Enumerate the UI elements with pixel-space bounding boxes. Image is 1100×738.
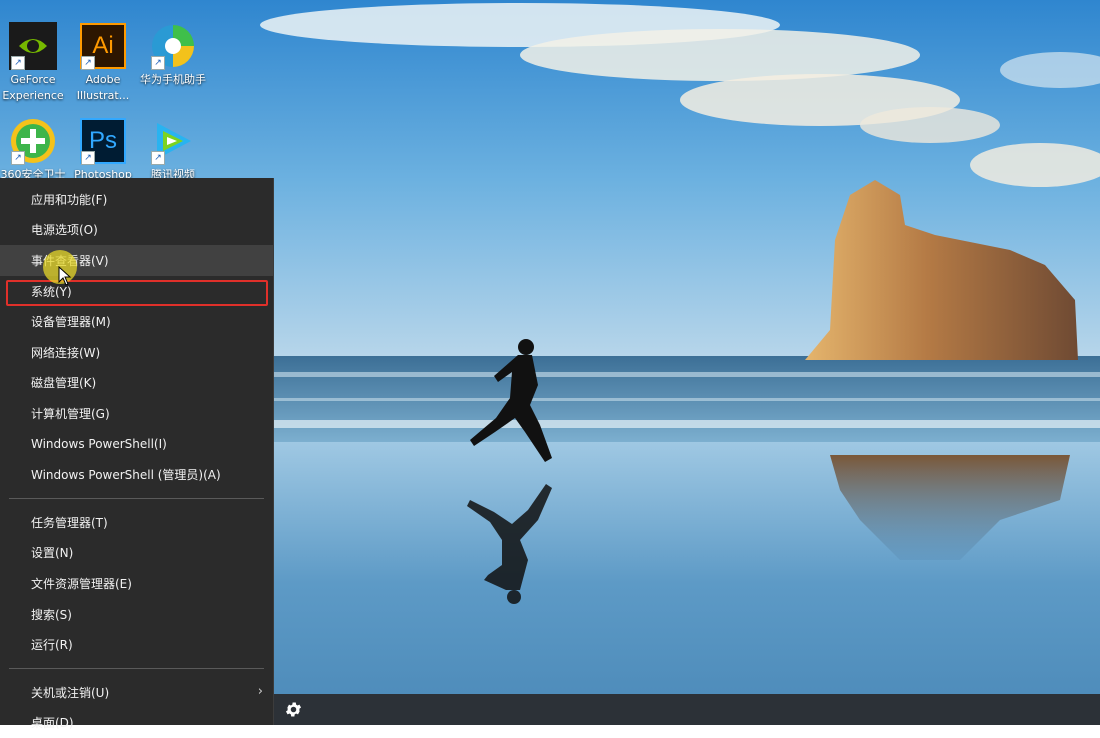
menu-item-desktop[interactable]: 桌面(D) [0, 708, 273, 738]
menu-item-file-explorer[interactable]: 文件资源管理器(E) [0, 568, 273, 599]
menu-item-computer-management[interactable]: 计算机管理(G) [0, 398, 273, 429]
menu-item-label: 桌面(D) [31, 714, 74, 731]
menu-item-network-connections[interactable]: 网络连接(W) [0, 337, 273, 368]
desktop-icon-label: Experience [0, 88, 68, 104]
settings-bar [274, 694, 1100, 725]
huawei-assistant-icon: ↗ [149, 22, 197, 70]
menu-separator [9, 498, 264, 499]
shortcut-arrow-icon: ↗ [81, 151, 95, 165]
menu-item-shutdown-signout[interactable]: 关机或注销(U) › [0, 677, 273, 708]
menu-item-label: 网络连接(W) [31, 344, 100, 361]
menu-item-run[interactable]: 运行(R) [0, 629, 273, 660]
shortcut-arrow-icon: ↗ [151, 151, 165, 165]
shortcut-arrow-icon: ↗ [151, 56, 165, 70]
menu-item-label: 磁盘管理(K) [31, 374, 96, 391]
menu-item-label: 电源选项(O) [31, 221, 98, 238]
menu-item-label: 设备管理器(M) [31, 313, 111, 330]
winx-context-menu: 应用和功能(F) 电源选项(O) 事件查看器(V) 系统(Y) 设备管理器(M)… [0, 178, 274, 725]
desktop-icon-photoshop[interactable]: Ps ↗ Photoshop [68, 117, 138, 183]
illustrator-icon: Ai ↗ [79, 22, 127, 70]
mouse-cursor-icon [58, 266, 72, 286]
menu-item-search[interactable]: 搜索(S) [0, 599, 273, 630]
chevron-right-icon: › [258, 684, 263, 699]
shortcut-arrow-icon: ↗ [11, 56, 25, 70]
menu-separator [9, 668, 264, 669]
menu-item-label: Windows PowerShell (管理员)(A) [31, 466, 221, 483]
desktop-icon-label: GeForce [0, 72, 68, 88]
menu-item-task-manager[interactable]: 任务管理器(T) [0, 507, 273, 538]
menu-item-label: 文件资源管理器(E) [31, 575, 132, 592]
desktop-icon-label: Adobe [68, 72, 138, 88]
menu-item-apps-features[interactable]: 应用和功能(F) [0, 184, 273, 215]
menu-item-label: 关机或注销(U) [31, 684, 109, 701]
menu-item-label: Windows PowerShell(I) [31, 437, 167, 451]
menu-item-label: 搜索(S) [31, 606, 72, 623]
geforce-icon: ↗ [9, 22, 57, 70]
menu-item-power-options[interactable]: 电源选项(O) [0, 215, 273, 246]
desktop-icon-label: Illustrat... [68, 88, 138, 104]
menu-item-label: 应用和功能(F) [31, 191, 107, 208]
menu-item-settings[interactable]: 设置(N) [0, 538, 273, 569]
desktop-icon-illustrator[interactable]: Ai ↗ Adobe Illustrat... [68, 22, 138, 104]
tencent-video-icon: ↗ [149, 117, 197, 165]
gear-icon[interactable] [284, 700, 303, 719]
menu-item-powershell-admin[interactable]: Windows PowerShell (管理员)(A) [0, 459, 273, 490]
menu-item-disk-management[interactable]: 磁盘管理(K) [0, 368, 273, 399]
menu-item-label: 任务管理器(T) [31, 514, 108, 531]
menu-item-label: 计算机管理(G) [31, 405, 110, 422]
menu-item-powershell[interactable]: Windows PowerShell(I) [0, 429, 273, 460]
system-highlight-box [6, 280, 268, 306]
desktop-icon-360-security[interactable]: ↗ 360安全卫士 [0, 117, 68, 183]
shortcut-arrow-icon: ↗ [81, 56, 95, 70]
menu-item-label: 设置(N) [31, 544, 73, 561]
desktop-icon-geforce[interactable]: ↗ GeForce Experience [0, 22, 68, 104]
desktop-icon-huawei-assistant[interactable]: ↗ 华为手机助手 [138, 22, 208, 88]
desktop-icon-label: 华为手机助手 [138, 72, 208, 88]
security-360-icon: ↗ [9, 117, 57, 165]
menu-item-device-manager[interactable]: 设备管理器(M) [0, 306, 273, 337]
desktop-icon-tencent-video[interactable]: ↗ 腾讯视频 [138, 117, 208, 183]
photoshop-icon: Ps ↗ [79, 117, 127, 165]
menu-item-label: 运行(R) [31, 636, 73, 653]
shortcut-arrow-icon: ↗ [11, 151, 25, 165]
menu-item-event-viewer[interactable]: 事件查看器(V) [0, 245, 273, 276]
